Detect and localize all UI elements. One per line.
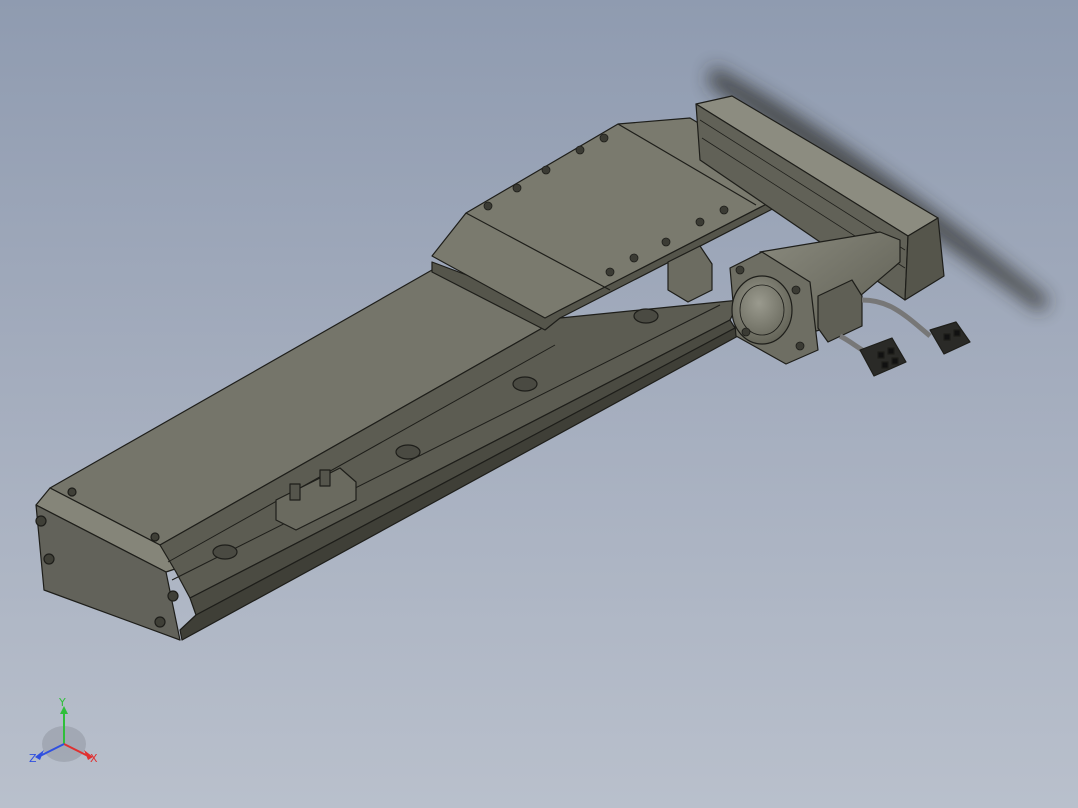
- endcap-screw-5: [67, 487, 77, 497]
- carriage-screw: [599, 133, 609, 143]
- sensor-tab-2: [319, 469, 331, 487]
- carriage-screw: [541, 165, 551, 175]
- carriage-screw: [575, 145, 585, 155]
- carriage-screw: [512, 183, 522, 193]
- flange-screw: [795, 341, 805, 351]
- flange-screw: [741, 327, 751, 337]
- triad-z-label: Z: [29, 752, 37, 765]
- triad-x-label: X: [90, 752, 98, 765]
- mount-slot-1: [212, 544, 238, 560]
- plug-upper-pin: [943, 333, 951, 341]
- plug-lower-pin: [877, 351, 885, 359]
- mount-slot-3: [512, 376, 538, 392]
- flange-screw: [735, 265, 745, 275]
- carriage-screw: [661, 237, 671, 247]
- carriage-screw: [719, 205, 729, 215]
- endcap-screw-3: [154, 616, 166, 628]
- plug-lower-pin: [891, 357, 899, 365]
- endcap-screw-4: [167, 590, 179, 602]
- plug-upper-pin: [953, 329, 961, 337]
- plug-lower-pin: [881, 361, 889, 369]
- view-orientation-triad[interactable]: Y X Z: [29, 696, 98, 765]
- carriage-screw: [483, 201, 493, 211]
- mount-slot-4: [633, 308, 659, 324]
- triad-y-label: Y: [58, 696, 66, 709]
- cable-upper: [861, 297, 932, 338]
- carriage-screw: [695, 217, 705, 227]
- endcap-screw-1: [35, 515, 47, 527]
- plug-lower-pin: [887, 347, 895, 355]
- cad-viewport[interactable]: Y X Z: [0, 0, 1078, 808]
- flange-screw: [791, 285, 801, 295]
- mount-slot-2: [395, 444, 421, 460]
- sensor-tab-1: [289, 483, 301, 501]
- carriage-screw: [629, 253, 639, 263]
- endcap-screw-2: [43, 553, 55, 565]
- endcap-screw-6: [150, 532, 160, 542]
- carriage-screw: [605, 267, 615, 277]
- encoder-cap: [731, 275, 793, 345]
- linear-actuator-model[interactable]: Y X Z: [0, 0, 1078, 808]
